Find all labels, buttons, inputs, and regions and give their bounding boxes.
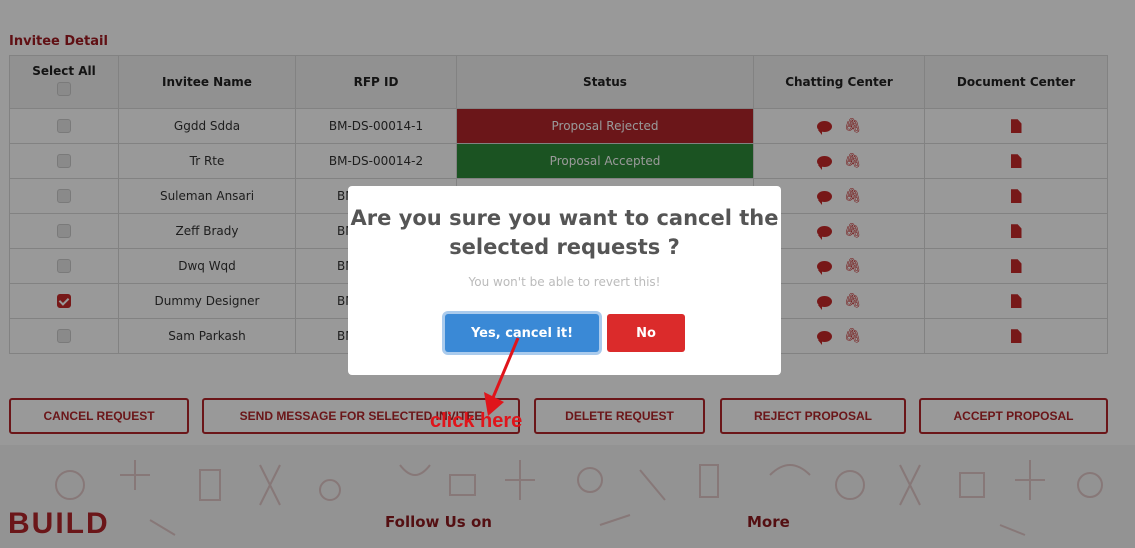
dialog-no-button[interactable]: No — [607, 314, 685, 352]
confirm-dialog: Are you sure you want to cancel the sele… — [348, 186, 781, 375]
annotation-arrow-icon — [484, 337, 520, 416]
annotation-label: click here — [430, 410, 523, 432]
dialog-title: Are you sure you want to cancel the sele… — [350, 206, 779, 259]
dialog-subtitle: You won't be able to revert this! — [468, 275, 661, 289]
